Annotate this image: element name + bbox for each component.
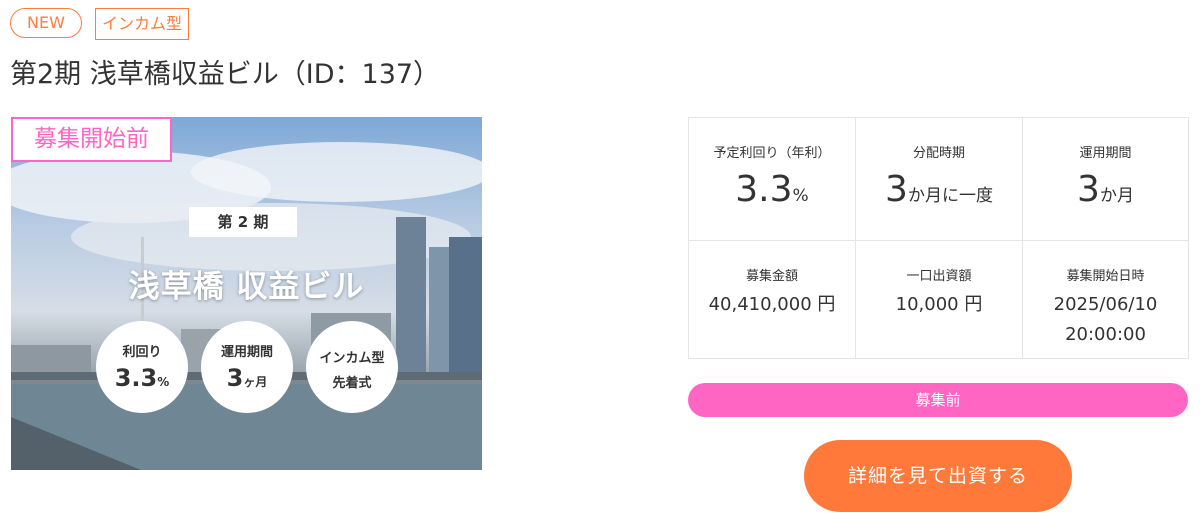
page-title: 第2期 浅草橋収益ビル（ID：137） (10, 59, 441, 90)
distribution-cell: 分配時期 3か月に一度 (856, 118, 1023, 241)
yield-circle-value: 3.3% (114, 364, 170, 392)
type-circle-line2: 先着式 (332, 376, 372, 391)
yield-cell: 予定利回り（年利） 3.3% (689, 118, 856, 241)
yield-circle: 利回り 3.3% (96, 321, 188, 413)
amount-label: 募集金額 (745, 269, 798, 284)
yield-circle-label: 利回り (122, 345, 162, 360)
amount-cell: 募集金額 40,410,000 円 (689, 241, 856, 359)
status-badge: 募集開始前 (11, 117, 172, 162)
hero-title: 浅草橋 収益ビル (128, 269, 365, 305)
term-label: 運用期間 (1079, 146, 1132, 161)
new-badge: NEW (10, 8, 82, 38)
unit-price-label: 一口出資額 (906, 269, 972, 284)
start-label: 募集開始日時 (1066, 269, 1145, 284)
fund-info-grid: 予定利回り（年利） 3.3% 分配時期 3か月に一度 運用期間 3か月 募集金額… (688, 117, 1189, 359)
type-badge: インカム型 (95, 8, 190, 40)
type-circle: インカム型 先着式 (306, 321, 398, 413)
type-circle-line1: インカム型 (319, 351, 385, 366)
amount-value: 40,410,000 円 (708, 294, 836, 315)
start-time: 20:00:00 (1065, 324, 1146, 345)
distribution-value: 3か月に一度 (885, 169, 993, 210)
term-cell: 運用期間 3か月 (1023, 118, 1189, 241)
distribution-label: 分配時期 (912, 146, 965, 161)
recruitment-status-bar: 募集前 (688, 383, 1188, 417)
start-cell: 募集開始日時 2025/06/10 20:00:00 (1023, 241, 1189, 359)
term-circle-value: 3ヶ月 (226, 364, 268, 392)
yield-label: 予定利回り（年利） (713, 146, 831, 161)
unit-price-cell: 一口出資額 10,000 円 (856, 241, 1023, 359)
term-circle-label: 運用期間 (220, 345, 273, 360)
unit-price-value: 10,000 円 (895, 294, 983, 315)
yield-value: 3.3% (735, 169, 809, 210)
hero-image[interactable]: 募集開始前 第 2 期 浅草橋 収益ビル 利回り 3.3% 運用期間 3ヶ月 イ… (11, 117, 482, 470)
term-circle: 運用期間 3ヶ月 (201, 321, 293, 413)
invest-details-button[interactable]: 詳細を見て出資する (804, 440, 1072, 512)
round-label: 第 2 期 (189, 207, 297, 237)
term-value: 3か月 (1077, 169, 1134, 210)
start-date: 2025/06/10 (1053, 294, 1158, 315)
